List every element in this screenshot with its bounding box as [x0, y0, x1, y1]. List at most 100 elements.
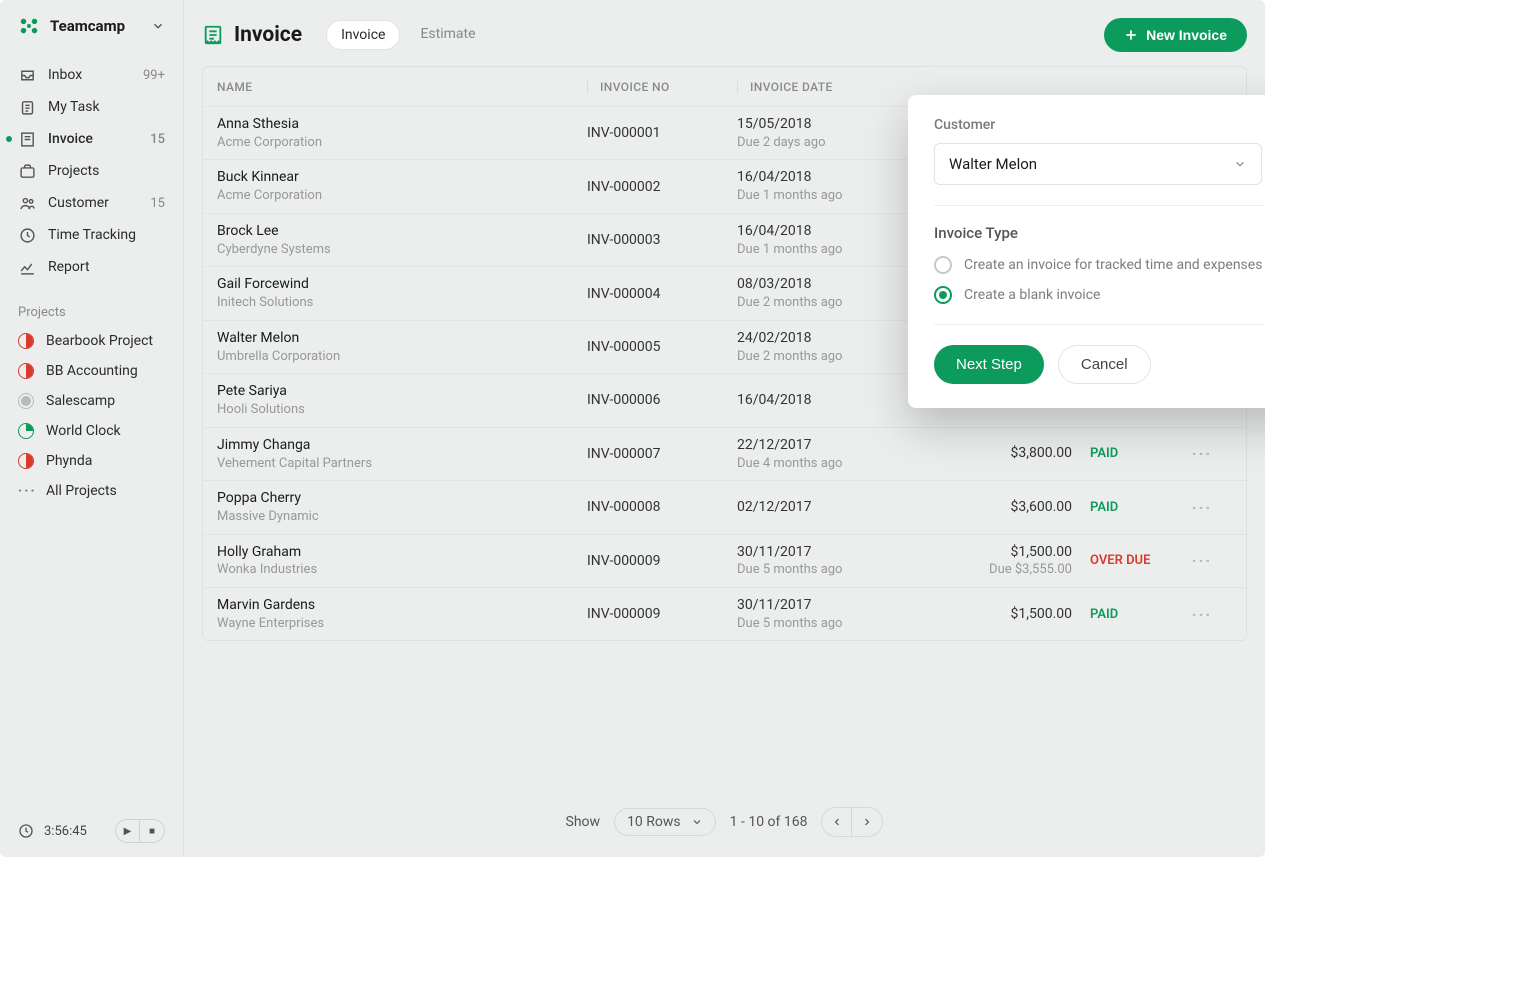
invoice-type-blank[interactable]: Create a blank invoice — [934, 286, 1265, 304]
customer-select[interactable]: Walter Melon — [934, 143, 1262, 185]
cell-invoice-no: INV-000003 — [587, 232, 737, 248]
project-item[interactable]: Bearbook Project — [0, 326, 183, 356]
brand-row[interactable]: Teamcamp — [0, 15, 183, 53]
clock-icon — [18, 226, 36, 244]
cancel-button[interactable]: Cancel — [1058, 345, 1151, 384]
project-dot-icon — [18, 453, 34, 469]
col-invoice-no: INVOICE NO — [587, 80, 737, 94]
cell-date: 16/04/2018 — [737, 391, 912, 410]
project-item[interactable]: Salescamp — [0, 386, 183, 416]
cell-customer: Buck KinnearAcme Corporation — [217, 168, 587, 204]
row-more-button[interactable]: ··· — [1172, 605, 1232, 624]
pager: Show 10 Rows 1 - 10 of 168 — [202, 789, 1247, 843]
page-range: 1 - 10 of 168 — [730, 814, 808, 830]
cell-invoice-no: INV-000008 — [587, 499, 737, 515]
row-more-button[interactable]: ··· — [1172, 498, 1232, 517]
cell-customer: Poppa CherryMassive Dynamic — [217, 489, 587, 525]
stop-button[interactable]: ■ — [140, 820, 164, 842]
cell-customer: Jimmy ChangaVehement Capital Partners — [217, 436, 587, 472]
cell-date: 30/11/2017Due 5 months ago — [737, 596, 912, 632]
col-name: NAME — [217, 80, 587, 94]
nav-item-time-tracking[interactable]: Time Tracking — [0, 219, 183, 251]
project-label: Phynda — [46, 453, 92, 469]
all-projects-label: All Projects — [46, 483, 117, 499]
project-item[interactable]: BB Accounting — [0, 356, 183, 386]
new-invoice-popover: Customer Walter Melon + Invoice Type Cre… — [908, 95, 1265, 408]
cell-amount: $3,800.00 — [912, 444, 1072, 463]
row-more-button[interactable]: ··· — [1172, 444, 1232, 463]
col-invoice-date: INVOICE DATE — [737, 80, 912, 94]
cell-amount: $1,500.00 — [912, 605, 1072, 624]
cell-date: 16/04/2018Due 1 months ago — [737, 222, 912, 258]
cell-status: PAID — [1072, 446, 1172, 461]
briefcase-icon — [18, 162, 36, 180]
receipt-icon — [202, 24, 224, 46]
chevron-down-icon — [1233, 157, 1247, 171]
play-button[interactable]: ▶ — [116, 820, 140, 842]
row-more-button[interactable]: ··· — [1172, 551, 1232, 570]
more-icon: ··· — [18, 483, 34, 499]
cell-invoice-no: INV-000001 — [587, 125, 737, 141]
nav-item-invoice[interactable]: Invoice15 — [0, 123, 183, 155]
cell-status: OVER DUE — [1072, 553, 1172, 568]
rows-select[interactable]: 10 Rows — [614, 808, 716, 836]
timer-controls: ▶ ■ — [115, 819, 165, 843]
project-label: Salescamp — [46, 393, 115, 409]
cell-customer: Anna SthesiaAcme Corporation — [217, 115, 587, 151]
prev-page-button[interactable] — [822, 808, 852, 836]
nav-list: Inbox99+ My Task Invoice15 Projects Customer… — [0, 53, 183, 289]
cell-invoice-no: INV-000009 — [587, 553, 737, 569]
nav-label: Projects — [48, 163, 99, 179]
chevron-down-icon — [691, 816, 703, 828]
nav-item-report[interactable]: Report — [0, 251, 183, 283]
cell-date: 08/03/2018Due 2 months ago — [737, 275, 912, 311]
nav-item-my-task[interactable]: My Task — [0, 91, 183, 123]
nav-label: Report — [48, 259, 90, 275]
project-dot-icon — [18, 393, 34, 409]
new-invoice-button[interactable]: New Invoice — [1104, 18, 1247, 52]
nav-item-customer[interactable]: Customer15 — [0, 187, 183, 219]
projects-list: Bearbook Project BB Accounting Salescamp Wo… — [0, 326, 183, 476]
tab-estimate[interactable]: Estimate — [406, 20, 489, 50]
nav-label: My Task — [48, 99, 100, 115]
tab-invoice[interactable]: Invoice — [326, 20, 400, 50]
cell-date: 22/12/2017Due 4 months ago — [737, 436, 912, 472]
invoice-type-tracked[interactable]: Create an invoice for tracked time and e… — [934, 256, 1265, 274]
users-icon — [18, 194, 36, 212]
radio-unchecked-icon — [934, 256, 952, 274]
next-step-button[interactable]: Next Step — [934, 345, 1044, 384]
project-dot-icon — [18, 333, 34, 349]
invoice-type-label: Invoice Type — [934, 224, 1265, 242]
cell-invoice-no: INV-000004 — [587, 286, 737, 302]
table-row[interactable]: Marvin GardensWayne EnterprisesINV-00000… — [203, 587, 1246, 640]
table-row[interactable]: Holly GrahamWonka IndustriesINV-00000930… — [203, 534, 1246, 587]
page-title: Invoice — [202, 23, 302, 47]
table-row[interactable]: Jimmy ChangaVehement Capital PartnersINV… — [203, 427, 1246, 480]
cell-customer: Marvin GardensWayne Enterprises — [217, 596, 587, 632]
plus-icon — [1124, 28, 1138, 42]
projects-section-label: Projects — [0, 289, 183, 326]
nav-item-inbox[interactable]: Inbox99+ — [0, 59, 183, 91]
cell-date: 30/11/2017Due 5 months ago — [737, 543, 912, 579]
project-item[interactable]: Phynda — [0, 446, 183, 476]
chevron-down-icon[interactable] — [151, 19, 165, 33]
table-row[interactable]: Poppa CherryMassive DynamicINV-00000802/… — [203, 480, 1246, 533]
page-title-text: Invoice — [234, 23, 302, 47]
brand-logo-icon — [18, 15, 40, 37]
cell-invoice-no: INV-000007 — [587, 446, 737, 462]
rows-value: 10 Rows — [627, 814, 681, 830]
task-icon — [18, 98, 36, 116]
page-arrows — [821, 807, 883, 837]
project-label: Bearbook Project — [46, 333, 153, 349]
nav-badge: 15 — [150, 196, 165, 211]
inbox-icon — [18, 66, 36, 84]
next-page-button[interactable] — [852, 808, 882, 836]
sidebar-footer: 3:56:45 ▶ ■ — [0, 805, 183, 857]
cell-customer: Brock LeeCyberdyne Systems — [217, 222, 587, 258]
project-label: BB Accounting — [46, 363, 138, 379]
project-item[interactable]: World Clock — [0, 416, 183, 446]
nav-item-projects[interactable]: Projects — [0, 155, 183, 187]
invoice-type-tracked-label: Create an invoice for tracked time and e… — [964, 257, 1262, 273]
cell-amount: $3,600.00 — [912, 498, 1072, 517]
all-projects[interactable]: ··· All Projects — [0, 476, 183, 506]
